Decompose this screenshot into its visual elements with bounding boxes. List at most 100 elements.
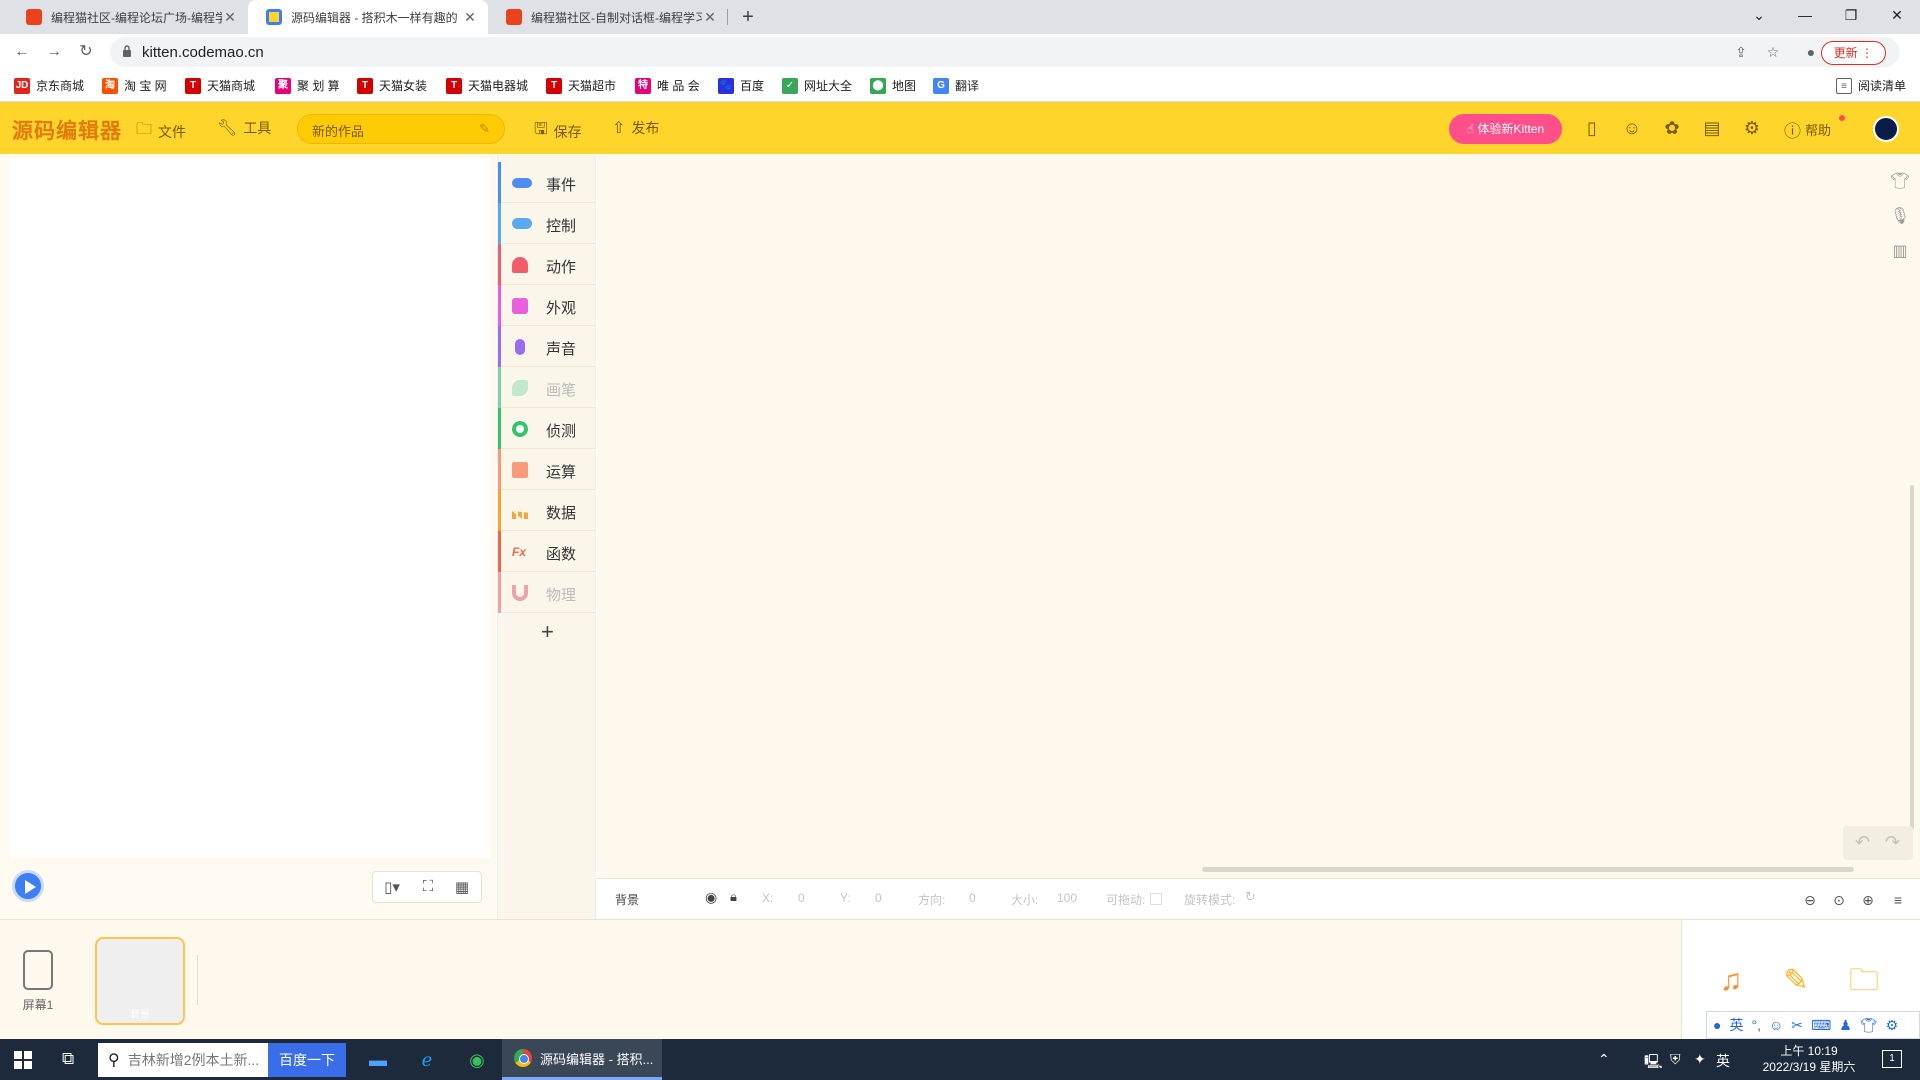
bookmark-tmall-market[interactable]: T 天猫超市 (546, 77, 616, 94)
category-event[interactable]: 事件 (498, 162, 596, 203)
help-button[interactable]: ⓘ 帮助 (1784, 117, 1831, 142)
tab-codemao-dialog[interactable]: 编程猫社区-自制对话框-编程学习 ✕ (488, 0, 728, 34)
music-note-icon[interactable]: ♫ (1713, 963, 1749, 999)
y-value-field[interactable]: 0 (875, 891, 882, 905)
ime-user-icon[interactable]: ♟ (1839, 1017, 1852, 1034)
save-button[interactable]: 🖫 保存 (534, 118, 582, 145)
zoom-in-icon[interactable]: ⊕ (1857, 889, 1879, 911)
category-pen[interactable]: 画笔 (498, 367, 596, 408)
notification-center-icon[interactable]: 1 (1882, 1050, 1902, 1068)
chrome-taskbar-button[interactable]: 源码编辑器 - 搭积... (502, 1039, 662, 1080)
ime-settings-icon[interactable]: ⚙ (1886, 1017, 1899, 1034)
publish-button[interactable]: ⇧ 发布 (612, 118, 659, 138)
bookmark-url-daquan[interactable]: ✓ 网址大全 (782, 77, 852, 94)
fullscreen-icon[interactable]: ⛶ (417, 878, 439, 898)
undo-icon[interactable]: ↶ (1855, 832, 1870, 853)
bookmark-maps[interactable]: ⬤ 地图 (870, 77, 916, 94)
workspace-vertical-scrollbar[interactable] (1910, 485, 1914, 830)
background-sprite-card[interactable]: 背景 (95, 937, 185, 1025)
category-data[interactable]: 数据 (498, 490, 596, 531)
bookmark-juhuasuan[interactable]: 聚聚 划 算 (275, 77, 340, 94)
ime-language[interactable]: 英 (1729, 1015, 1743, 1035)
menu-lines-icon[interactable]: ≡ (1887, 889, 1909, 911)
bookmark-vip[interactable]: 特唯 品 会 (635, 77, 700, 94)
ime-skin-icon[interactable]: 👕︎ (1860, 1017, 1878, 1034)
pencil-draw-icon[interactable]: ✎ (1778, 963, 1814, 999)
baidu-search-button[interactable]: 百度一下 (268, 1043, 346, 1077)
bookmark-tmall[interactable]: T 天猫商城 (185, 77, 255, 94)
community-icon[interactable]: ✿ (1661, 117, 1683, 139)
category-physics[interactable]: 物理 (498, 572, 596, 613)
sprite-name-field[interactable]: 背景 (615, 891, 639, 908)
close-window-icon[interactable]: ✕ (1874, 0, 1920, 30)
category-motion[interactable]: 动作 (498, 244, 596, 285)
size-value-field[interactable]: 100 (1057, 891, 1077, 905)
stage-canvas[interactable] (10, 158, 490, 858)
category-sensing[interactable]: 侦测 (498, 408, 596, 449)
network-icon[interactable]: 🖳︎ (1644, 1051, 1663, 1075)
taskbar-search-input[interactable]: ⚲ 吉林新增2例本土新... (98, 1043, 268, 1077)
robot-icon[interactable]: ☺ (1621, 117, 1643, 139)
forward-icon[interactable]: → (42, 40, 66, 64)
close-tab-icon[interactable]: ✕ (702, 9, 718, 26)
project-title-text[interactable]: 新的作品 (312, 121, 364, 140)
direction-value-field[interactable]: 0 (969, 891, 976, 905)
screen-1-button[interactable]: 屏幕1 (16, 950, 60, 1013)
project-title-input[interactable]: 新的作品 ✎ (297, 114, 505, 144)
task-view-icon[interactable]: ⧉ (62, 1049, 74, 1069)
data-chart-icon[interactable]: ▥ (1886, 238, 1914, 266)
category-looks[interactable]: 外观 (498, 285, 596, 326)
category-operators[interactable]: 运算 (498, 449, 596, 490)
category-control[interactable]: 控制 (498, 203, 596, 244)
tab-kitten-editor[interactable]: 源码编辑器 - 搭积木一样有趣的 ✕ (248, 0, 488, 34)
bookmark-taobao[interactable]: 淘淘 宝 网 (102, 77, 167, 94)
tools-menu-button[interactable]: 🔧︎ 工具 (217, 118, 271, 138)
run-button[interactable] (12, 870, 44, 902)
restore-icon[interactable]: ❐ (1828, 0, 1874, 30)
user-avatar[interactable] (1873, 116, 1899, 142)
device-mode-icon[interactable]: ▯▾ (381, 878, 403, 898)
ime-punct-icon[interactable]: °, (1751, 1017, 1761, 1033)
update-button[interactable]: 更新 ⋮ (1820, 41, 1886, 65)
file-menu-button[interactable]: 🗀 文件 (136, 118, 186, 145)
sound-mic-icon[interactable]: 🎙︎ (1886, 203, 1914, 231)
ime-emoji-icon[interactable]: ☺ (1769, 1017, 1783, 1033)
360-browser-icon[interactable]: ◉ (465, 1048, 489, 1072)
bookmark-baidu[interactable]: 🐾 百度 (718, 77, 764, 94)
system-clock[interactable]: 上午 10:19 2022/3/19 星期六 (1748, 1043, 1870, 1075)
redo-icon[interactable]: ↷ (1885, 832, 1900, 853)
bookmark-tmall-women[interactable]: T 天猫女装 (357, 77, 427, 94)
mail-app-icon[interactable]: ▬ (366, 1048, 390, 1072)
security-shield-icon[interactable]: ⛨ (1670, 1051, 1681, 1068)
tab-search-icon[interactable]: ⌄ (1736, 0, 1782, 30)
settings-gear-icon[interactable]: ⚙ (1741, 117, 1763, 139)
folder-add-icon[interactable]: 🗀 (1846, 963, 1882, 999)
visibility-eye-icon[interactable]: ◉ (705, 889, 717, 906)
back-icon[interactable]: ← (10, 40, 34, 64)
try-new-kitten-button[interactable]: ☝ 体验新Kitten (1449, 114, 1562, 144)
close-tab-icon[interactable]: ✕ (462, 9, 478, 26)
address-bar[interactable]: kitten.codemao.cn ⇪ ☆ ● 更新 ⋮ (110, 37, 1900, 67)
add-extension-button[interactable]: + (541, 619, 554, 645)
category-sound[interactable]: 声音 (498, 326, 596, 367)
workspace-horizontal-scrollbar[interactable] (1202, 867, 1854, 872)
costume-shirt-icon[interactable]: 👕︎ (1886, 168, 1914, 196)
bookmark-jd[interactable]: JD 京东商城 (14, 77, 84, 94)
lock-sprite-icon[interactable]: 🔒︎ (730, 889, 737, 905)
category-functions[interactable]: Fx 函数 (498, 531, 596, 572)
draggable-checkbox[interactable] (1150, 893, 1162, 905)
ime-tools-icon[interactable]: ✂ (1791, 1017, 1803, 1034)
x-value-field[interactable]: 0 (798, 891, 805, 905)
zoom-out-icon[interactable]: ⊖ (1799, 889, 1821, 911)
rotation-mode-icon[interactable]: ↻ (1245, 889, 1256, 905)
profile-icon[interactable]: ● (1802, 43, 1820, 61)
minimize-icon[interactable]: — (1782, 0, 1828, 30)
volume-icon[interactable]: ✦ (1694, 1051, 1706, 1068)
tray-expand-icon[interactable]: ⌃ (1598, 1051, 1610, 1068)
new-tab-button[interactable]: + (736, 5, 760, 29)
close-tab-icon[interactable]: ✕ (222, 9, 238, 26)
tab-codemao-forum[interactable]: 编程猫社区-编程论坛广场-编程学 ✕ (8, 0, 248, 34)
windows-start-icon[interactable] (14, 1051, 32, 1069)
url-text[interactable]: kitten.codemao.cn (142, 44, 264, 61)
reload-icon[interactable]: ↻ (74, 40, 98, 64)
